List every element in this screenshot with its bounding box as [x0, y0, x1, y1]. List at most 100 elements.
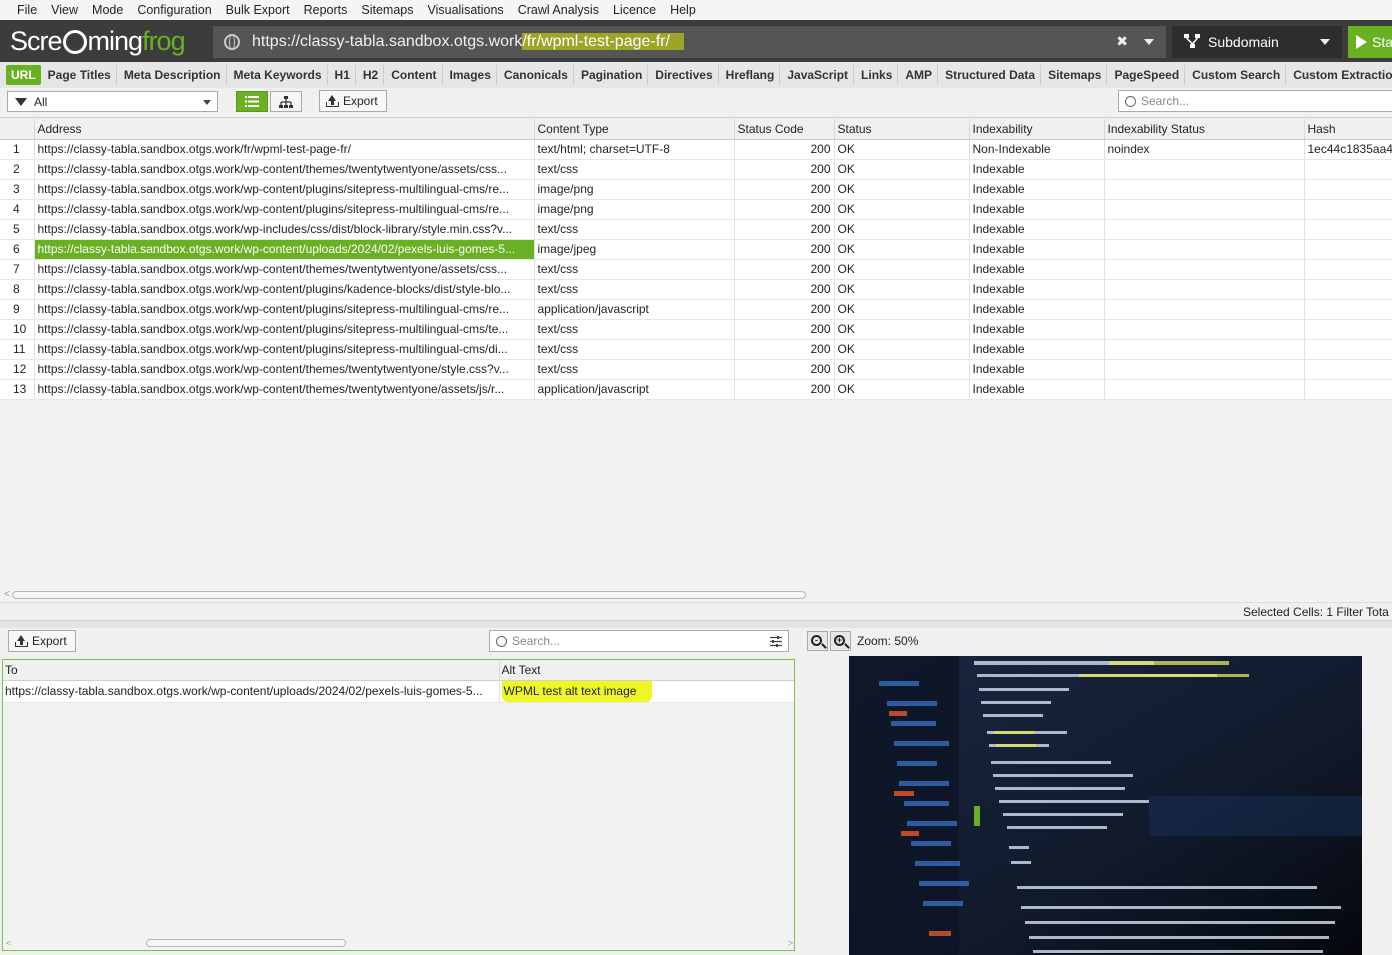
tab-images[interactable]: Images — [445, 65, 497, 85]
table-row[interactable]: 1 https://classy-tabla.sandbox.otgs.work/… — [0, 139, 1392, 160]
hash-cell[interactable] — [1304, 219, 1392, 240]
lower-export-button[interactable]: Export — [8, 630, 76, 652]
tab-meta-keywords[interactable]: Meta Keywords — [229, 65, 328, 85]
menu-help[interactable]: Help — [663, 2, 703, 18]
menu-configuration[interactable]: Configuration — [130, 2, 218, 18]
tab-page-titles[interactable]: Page Titles — [43, 65, 117, 85]
clear-icon[interactable]: ✖ — [1116, 33, 1128, 50]
tree-view-button[interactable] — [270, 91, 302, 112]
search-field[interactable] — [1118, 90, 1392, 112]
index-cell[interactable]: 6 — [0, 239, 35, 260]
index-cell[interactable]: 2 — [0, 159, 35, 180]
table-row[interactable]: 8 https://classy-tabla.sandbox.otgs.work/… — [0, 279, 1392, 300]
hash-cell[interactable] — [1304, 199, 1392, 220]
status-cell[interactable]: OK — [834, 219, 970, 240]
table-row[interactable]: 6 https://classy-tabla.sandbox.otgs.work/… — [0, 239, 1392, 260]
address-cell[interactable]: https://classy-tabla.sandbox.otgs.work/w… — [34, 359, 535, 380]
start-button[interactable]: Sta — [1348, 26, 1392, 58]
index-cell[interactable]: 13 — [0, 379, 35, 400]
chevron-down-icon[interactable] — [1144, 39, 1154, 45]
status-code-cell[interactable]: 200 — [734, 379, 835, 400]
scroll-left-icon[interactable]: < — [4, 589, 10, 600]
tab-h1[interactable]: H1 — [330, 65, 356, 85]
status-code-cell[interactable]: 200 — [734, 319, 835, 340]
tab-structured-data[interactable]: Structured Data — [940, 65, 1042, 85]
content-type-cell[interactable]: text/css — [534, 259, 735, 280]
column-header-hash[interactable]: Hash — [1304, 119, 1392, 140]
content-type-cell[interactable]: image/png — [534, 179, 735, 200]
indexability-cell[interactable]: Non-Indexable — [969, 139, 1105, 160]
menu-mode[interactable]: Mode — [85, 2, 130, 18]
column-header-address[interactable]: Address — [34, 119, 535, 140]
address-cell[interactable]: https://classy-tabla.sandbox.otgs.work/w… — [34, 179, 535, 200]
lower-horizontal-scrollbar[interactable] — [146, 939, 346, 947]
column-header-indexability-status[interactable]: Indexability Status — [1104, 119, 1305, 140]
index-cell[interactable]: 9 — [0, 299, 35, 320]
index-cell[interactable]: 1 — [0, 139, 35, 160]
indexability-status-cell[interactable] — [1104, 319, 1305, 340]
panel-splitter[interactable] — [0, 620, 1392, 628]
table-row[interactable]: 10 https://classy-tabla.sandbox.otgs.work… — [0, 319, 1392, 340]
address-cell[interactable]: https://classy-tabla.sandbox.otgs.work/w… — [34, 299, 535, 320]
indexability-cell[interactable]: Indexable — [969, 339, 1105, 360]
indexability-cell[interactable]: Indexable — [969, 199, 1105, 220]
content-type-cell[interactable]: text/css — [534, 359, 735, 380]
scroll-right-icon[interactable]: > — [788, 938, 793, 948]
tab-amp[interactable]: AMP — [900, 65, 939, 85]
content-type-cell[interactable]: application/javascript — [534, 379, 735, 400]
search-input[interactable] — [1141, 94, 1341, 108]
index-cell[interactable]: 4 — [0, 199, 35, 220]
address-cell[interactable]: https://classy-tabla.sandbox.otgs.work/w… — [34, 379, 535, 400]
status-code-cell[interactable]: 200 — [734, 239, 835, 260]
indexability-cell[interactable]: Indexable — [969, 319, 1105, 340]
status-code-cell[interactable]: 200 — [734, 359, 835, 380]
content-type-cell[interactable]: image/png — [534, 199, 735, 220]
indexability-status-cell[interactable] — [1104, 239, 1305, 260]
content-type-cell[interactable]: text/css — [534, 219, 735, 240]
table-row[interactable]: https://classy-tabla.sandbox.otgs.work/w… — [3, 680, 794, 703]
status-code-cell[interactable]: 200 — [734, 259, 835, 280]
hash-cell[interactable] — [1304, 179, 1392, 200]
index-cell[interactable]: 11 — [0, 339, 35, 360]
column-header-status-code[interactable]: Status Code — [734, 119, 835, 140]
table-row[interactable]: 4 https://classy-tabla.sandbox.otgs.work/… — [0, 199, 1392, 220]
indexability-status-cell[interactable] — [1104, 159, 1305, 180]
content-type-cell[interactable]: application/javascript — [534, 299, 735, 320]
tab-pagespeed[interactable]: PageSpeed — [1109, 65, 1186, 85]
tab-h2[interactable]: H2 — [358, 65, 385, 85]
table-row[interactable]: 3 https://classy-tabla.sandbox.otgs.work/… — [0, 179, 1392, 200]
table-row[interactable]: 5 https://classy-tabla.sandbox.otgs.work/… — [0, 219, 1392, 240]
list-view-button[interactable] — [236, 91, 268, 112]
tab-hreflang[interactable]: Hreflang — [721, 65, 781, 85]
content-type-cell[interactable]: text/css — [534, 279, 735, 300]
status-cell[interactable]: OK — [834, 179, 970, 200]
hash-cell[interactable]: 1ec44c1835aa4 — [1304, 139, 1392, 160]
status-cell[interactable]: OK — [834, 139, 970, 160]
menu-crawl-analysis[interactable]: Crawl Analysis — [511, 2, 606, 18]
content-type-cell[interactable]: image/jpeg — [534, 239, 735, 260]
index-cell[interactable]: 5 — [0, 219, 35, 240]
lower-search-field[interactable] — [489, 630, 789, 652]
status-code-cell[interactable]: 200 — [734, 299, 835, 320]
address-cell[interactable]: https://classy-tabla.sandbox.otgs.work/w… — [34, 259, 535, 280]
tab-content[interactable]: Content — [386, 65, 443, 85]
indexability-status-cell[interactable] — [1104, 219, 1305, 240]
table-row[interactable]: 11 https://classy-tabla.sandbox.otgs.work… — [0, 339, 1392, 360]
hash-cell[interactable] — [1304, 259, 1392, 280]
column-header-content-type[interactable]: Content Type — [534, 119, 735, 140]
address-cell[interactable]: https://classy-tabla.sandbox.otgs.work/w… — [34, 159, 535, 180]
indexability-cell[interactable]: Indexable — [969, 159, 1105, 180]
indexability-cell[interactable]: Indexable — [969, 359, 1105, 380]
address-cell[interactable]: https://classy-tabla.sandbox.otgs.work/w… — [34, 239, 535, 260]
indexability-status-cell[interactable]: noindex — [1104, 139, 1305, 160]
address-cell[interactable]: https://classy-tabla.sandbox.otgs.work/f… — [34, 139, 535, 160]
zoom-out-button[interactable]: - — [807, 631, 828, 651]
table-row[interactable]: 13 https://classy-tabla.sandbox.otgs.work… — [0, 379, 1392, 400]
indexability-status-cell[interactable] — [1104, 339, 1305, 360]
column-header-index[interactable] — [0, 119, 35, 140]
status-code-cell[interactable]: 200 — [734, 339, 835, 360]
indexability-status-cell[interactable] — [1104, 179, 1305, 200]
indexability-status-cell[interactable] — [1104, 379, 1305, 400]
tab-sitemaps[interactable]: Sitemaps — [1043, 65, 1108, 85]
status-cell[interactable]: OK — [834, 379, 970, 400]
